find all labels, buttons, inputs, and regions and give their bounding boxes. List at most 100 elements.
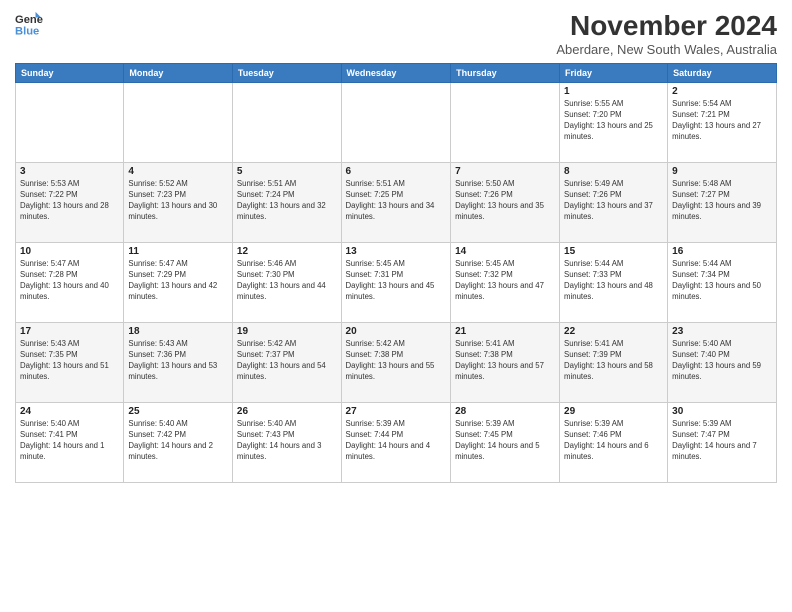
table-row: 5 Sunrise: 5:51 AM Sunset: 7:24 PM Daylig… — [232, 163, 341, 243]
calendar: Sunday Monday Tuesday Wednesday Thursday… — [15, 63, 777, 483]
header-monday: Monday — [124, 64, 233, 83]
table-row — [124, 83, 233, 163]
day-info: Sunrise: 5:40 AM Sunset: 7:42 PM Dayligh… — [128, 419, 228, 463]
table-row: 18 Sunrise: 5:43 AM Sunset: 7:36 PM Dayli… — [124, 323, 233, 403]
day-number: 17 — [20, 326, 119, 337]
table-row: 1 Sunrise: 5:55 AM Sunset: 7:20 PM Daylig… — [560, 83, 668, 163]
day-info: Sunrise: 5:39 AM Sunset: 7:45 PM Dayligh… — [455, 419, 555, 463]
day-number: 11 — [128, 246, 228, 257]
header-tuesday: Tuesday — [232, 64, 341, 83]
table-row: 24Sunrise: 5:40 AM Sunset: 7:41 PM Dayli… — [16, 403, 124, 483]
day-info: Sunrise: 5:50 AM Sunset: 7:26 PM Dayligh… — [455, 179, 555, 223]
week-row-1: 3 Sunrise: 5:53 AM Sunset: 7:22 PM Daylig… — [16, 163, 777, 243]
day-info: Sunrise: 5:47 AM Sunset: 7:28 PM Dayligh… — [20, 259, 119, 303]
header-wednesday: Wednesday — [341, 64, 451, 83]
month-title: November 2024 — [556, 10, 777, 42]
table-row: 25Sunrise: 5:40 AM Sunset: 7:42 PM Dayli… — [124, 403, 233, 483]
table-row: 15 Sunrise: 5:44 AM Sunset: 7:33 PM Dayli… — [560, 243, 668, 323]
day-number: 22 — [564, 326, 663, 337]
day-info: Sunrise: 5:41 AM Sunset: 7:39 PM Dayligh… — [564, 339, 663, 383]
day-number: 9 — [672, 166, 772, 177]
day-info: Sunrise: 5:39 AM Sunset: 7:47 PM Dayligh… — [672, 419, 772, 463]
table-row: 23 Sunrise: 5:40 AM Sunset: 7:40 PM Dayli… — [668, 323, 777, 403]
day-info: Sunrise: 5:51 AM Sunset: 7:24 PM Dayligh… — [237, 179, 337, 223]
day-info: Sunrise: 5:44 AM Sunset: 7:33 PM Dayligh… — [564, 259, 663, 303]
day-number: 26 — [237, 406, 337, 417]
table-row: 6 Sunrise: 5:51 AM Sunset: 7:25 PM Daylig… — [341, 163, 451, 243]
day-number: 10 — [20, 246, 119, 257]
logo: General Blue — [15, 10, 43, 38]
day-number: 23 — [672, 326, 772, 337]
title-block: November 2024 Aberdare, New South Wales,… — [556, 10, 777, 57]
table-row: 9 Sunrise: 5:48 AM Sunset: 7:27 PM Daylig… — [668, 163, 777, 243]
day-number: 7 — [455, 166, 555, 177]
day-info: Sunrise: 5:40 AM Sunset: 7:43 PM Dayligh… — [237, 419, 337, 463]
day-number: 1 — [564, 86, 663, 97]
day-number: 16 — [672, 246, 772, 257]
day-info: Sunrise: 5:40 AM Sunset: 7:41 PM Dayligh… — [20, 419, 119, 463]
header-thursday: Thursday — [451, 64, 560, 83]
location: Aberdare, New South Wales, Australia — [556, 42, 777, 57]
day-info: Sunrise: 5:48 AM Sunset: 7:27 PM Dayligh… — [672, 179, 772, 223]
day-info: Sunrise: 5:42 AM Sunset: 7:38 PM Dayligh… — [346, 339, 447, 383]
day-number: 3 — [20, 166, 119, 177]
header-friday: Friday — [560, 64, 668, 83]
day-number: 29 — [564, 406, 663, 417]
day-info: Sunrise: 5:52 AM Sunset: 7:23 PM Dayligh… — [128, 179, 228, 223]
week-row-3: 17Sunrise: 5:43 AM Sunset: 7:35 PM Dayli… — [16, 323, 777, 403]
day-info: Sunrise: 5:47 AM Sunset: 7:29 PM Dayligh… — [128, 259, 228, 303]
week-row-4: 24Sunrise: 5:40 AM Sunset: 7:41 PM Dayli… — [16, 403, 777, 483]
day-number: 13 — [346, 246, 447, 257]
page: General Blue November 2024 Aberdare, New… — [0, 0, 792, 612]
header: General Blue November 2024 Aberdare, New… — [15, 10, 777, 57]
table-row — [232, 83, 341, 163]
table-row — [16, 83, 124, 163]
table-row: 8 Sunrise: 5:49 AM Sunset: 7:26 PM Daylig… — [560, 163, 668, 243]
day-number: 4 — [128, 166, 228, 177]
day-number: 2 — [672, 86, 772, 97]
day-number: 21 — [455, 326, 555, 337]
table-row: 20Sunrise: 5:42 AM Sunset: 7:38 PM Dayli… — [341, 323, 451, 403]
day-info: Sunrise: 5:45 AM Sunset: 7:31 PM Dayligh… — [346, 259, 447, 303]
logo-icon: General Blue — [15, 10, 43, 38]
day-number: 12 — [237, 246, 337, 257]
day-info: Sunrise: 5:39 AM Sunset: 7:44 PM Dayligh… — [346, 419, 447, 463]
table-row: 3 Sunrise: 5:53 AM Sunset: 7:22 PM Daylig… — [16, 163, 124, 243]
table-row: 11 Sunrise: 5:47 AM Sunset: 7:29 PM Dayli… — [124, 243, 233, 323]
day-info: Sunrise: 5:53 AM Sunset: 7:22 PM Dayligh… — [20, 179, 119, 223]
table-row: 16Sunrise: 5:44 AM Sunset: 7:34 PM Dayli… — [668, 243, 777, 323]
day-info: Sunrise: 5:40 AM Sunset: 7:40 PM Dayligh… — [672, 339, 772, 383]
day-number: 15 — [564, 246, 663, 257]
header-sunday: Sunday — [16, 64, 124, 83]
day-info: Sunrise: 5:54 AM Sunset: 7:21 PM Dayligh… — [672, 99, 772, 143]
day-number: 30 — [672, 406, 772, 417]
day-number: 5 — [237, 166, 337, 177]
table-row: 10 Sunrise: 5:47 AM Sunset: 7:28 PM Dayli… — [16, 243, 124, 323]
table-row: 4 Sunrise: 5:52 AM Sunset: 7:23 PM Daylig… — [124, 163, 233, 243]
table-row: 14 Sunrise: 5:45 AM Sunset: 7:32 PM Dayli… — [451, 243, 560, 323]
day-number: 6 — [346, 166, 447, 177]
week-row-0: 1 Sunrise: 5:55 AM Sunset: 7:20 PM Daylig… — [16, 83, 777, 163]
table-row — [341, 83, 451, 163]
table-row: 26 Sunrise: 5:40 AM Sunset: 7:43 PM Dayli… — [232, 403, 341, 483]
table-row: 17Sunrise: 5:43 AM Sunset: 7:35 PM Dayli… — [16, 323, 124, 403]
table-row: 30 Sunrise: 5:39 AM Sunset: 7:47 PM Dayli… — [668, 403, 777, 483]
day-number: 28 — [455, 406, 555, 417]
day-number: 27 — [346, 406, 447, 417]
day-number: 14 — [455, 246, 555, 257]
day-info: Sunrise: 5:43 AM Sunset: 7:36 PM Dayligh… — [128, 339, 228, 383]
day-info: Sunrise: 5:41 AM Sunset: 7:38 PM Dayligh… — [455, 339, 555, 383]
table-row: 27 Sunrise: 5:39 AM Sunset: 7:44 PM Dayli… — [341, 403, 451, 483]
calendar-header-row: Sunday Monday Tuesday Wednesday Thursday… — [16, 64, 777, 83]
day-info: Sunrise: 5:49 AM Sunset: 7:26 PM Dayligh… — [564, 179, 663, 223]
table-row: 29Sunrise: 5:39 AM Sunset: 7:46 PM Dayli… — [560, 403, 668, 483]
day-info: Sunrise: 5:45 AM Sunset: 7:32 PM Dayligh… — [455, 259, 555, 303]
svg-text:Blue: Blue — [15, 25, 39, 37]
table-row — [451, 83, 560, 163]
week-row-2: 10 Sunrise: 5:47 AM Sunset: 7:28 PM Dayli… — [16, 243, 777, 323]
day-info: Sunrise: 5:55 AM Sunset: 7:20 PM Dayligh… — [564, 99, 663, 143]
day-info: Sunrise: 5:51 AM Sunset: 7:25 PM Dayligh… — [346, 179, 447, 223]
day-number: 18 — [128, 326, 228, 337]
day-number: 8 — [564, 166, 663, 177]
header-saturday: Saturday — [668, 64, 777, 83]
